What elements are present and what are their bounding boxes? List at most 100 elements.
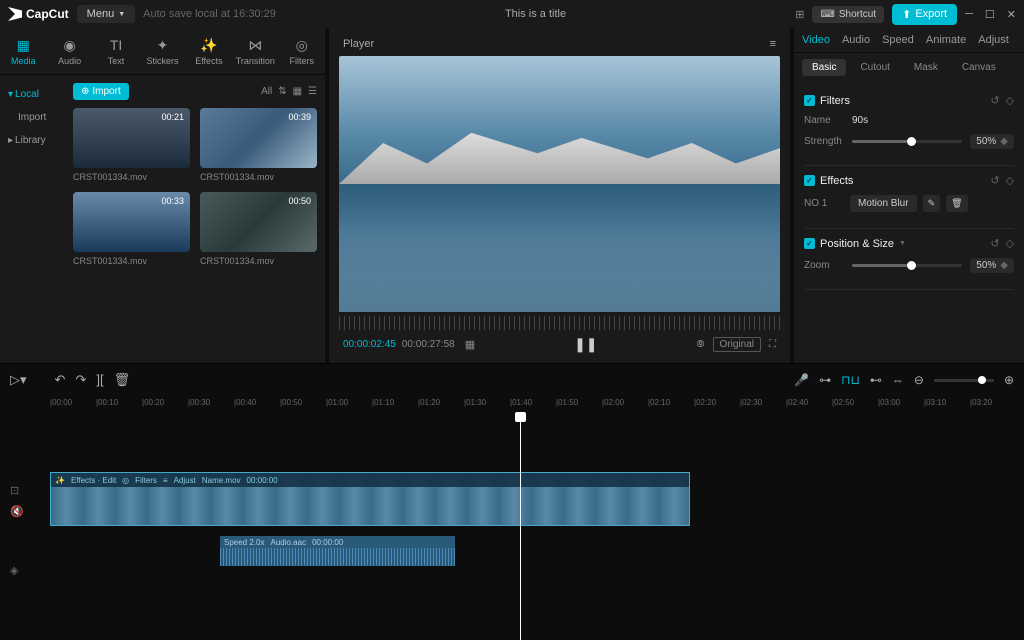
track-icon[interactable]: ⊷ [870, 373, 882, 387]
lock-track-icon[interactable]: ⊡ [10, 484, 40, 497]
ruler-tick: |00:00 [50, 398, 72, 407]
clip-filter-icon: ◎ [122, 476, 129, 485]
media-item[interactable]: 00:50CRST001334.mov [200, 192, 317, 266]
list-view-icon[interactable]: ☰ [308, 86, 317, 97]
tool-tab-media[interactable]: ▦Media [0, 32, 46, 70]
close-button[interactable]: ✕ [1007, 8, 1016, 21]
zoom-value[interactable]: 50%◆ [970, 258, 1014, 273]
tool-tab-text[interactable]: TIText [93, 32, 139, 70]
fullscreen-icon[interactable]: ⛶ [769, 339, 776, 350]
sidebar-item-local[interactable]: ▾Local [4, 83, 61, 106]
mute-track-icon[interactable]: 🔇 [10, 505, 40, 518]
audio-clip[interactable]: Speed 2.0xAudio.aac00:00:00 [220, 536, 455, 566]
sub-tab-basic[interactable]: Basic [802, 59, 846, 76]
keyframe-icon[interactable]: ◇ [1006, 94, 1014, 107]
tool-tab-audio[interactable]: ◉Audio [46, 32, 92, 70]
original-button[interactable]: Original [713, 337, 761, 352]
sub-tab-mask[interactable]: Mask [904, 59, 948, 76]
ruler-tick: |03:00 [878, 398, 900, 407]
redo-button[interactable]: ↷ [75, 372, 86, 388]
zoom-slider[interactable] [852, 264, 962, 267]
keyboard-icon: ⌨ [820, 9, 834, 20]
effects-toggle[interactable]: ✓Effects [804, 175, 853, 187]
link-icon[interactable]: ⊶ [819, 373, 831, 387]
tool-tab-transition[interactable]: ⋈Transition [232, 32, 278, 70]
media-item[interactable]: 00:33CRST001334.mov [73, 192, 190, 266]
app-logo: CapCut [8, 7, 69, 21]
sidebar-item-import[interactable]: Import [4, 106, 61, 129]
tool-tab-filters[interactable]: ◎Filters [279, 32, 325, 70]
strength-value[interactable]: 50%◆ [970, 134, 1014, 149]
text-icon: TI [107, 36, 125, 54]
ruler-tick: |02:20 [694, 398, 716, 407]
prop-tab-animate[interactable]: Animate [926, 34, 966, 46]
player-menu-icon[interactable]: ≡ [770, 38, 776, 50]
align-icon[interactable]: ⇔ [892, 373, 904, 387]
ruler-tick: |01:30 [464, 398, 486, 407]
sort-icon[interactable]: ⇅ [278, 86, 286, 97]
split-button[interactable]: ]​[ [96, 372, 103, 388]
import-button[interactable]: ⊕ Import [73, 83, 129, 100]
sub-tab-cutout[interactable]: Cutout [850, 59, 899, 76]
effects-icon: ✨ [200, 36, 218, 54]
player-label: Player [343, 38, 374, 50]
menu-button[interactable]: Menu▼ [77, 5, 135, 23]
keyframe-icon[interactable]: ◇ [1006, 237, 1014, 250]
edit-effect-icon[interactable]: ✎ [923, 195, 941, 212]
ruler-tick: |02:40 [786, 398, 808, 407]
preview-scrubber[interactable] [339, 316, 780, 330]
effect-name: Motion Blur [850, 195, 917, 212]
layout-icon[interactable]: ⊞ [795, 8, 804, 21]
current-time: 00:00:02:45 [343, 339, 396, 350]
shortcut-button[interactable]: ⌨ Shortcut [812, 6, 884, 23]
audio-track-icon[interactable]: ◈ [10, 564, 40, 577]
delete-effect-icon[interactable]: 🗑 [946, 195, 967, 212]
tool-tab-stickers[interactable]: ✦Stickers [139, 32, 185, 70]
playhead[interactable] [520, 414, 521, 640]
zoom-label: Zoom [804, 260, 844, 271]
export-button[interactable]: ⬆ Export [892, 4, 957, 25]
minimize-button[interactable]: ─ [965, 8, 973, 21]
grid-toggle-icon[interactable]: ▦ [465, 338, 475, 351]
mic-icon[interactable]: 🎤 [794, 373, 809, 387]
prop-tab-video[interactable]: Video [802, 34, 830, 46]
prop-tab-speed[interactable]: Speed [882, 34, 914, 46]
video-clip[interactable]: ✨Effects · Edit ◎Filters ≡Adjust Name.mo… [50, 472, 690, 526]
play-pause-button[interactable]: ❚❚ [574, 336, 597, 353]
ruler-tick: |00:40 [234, 398, 256, 407]
keyframe-icon[interactable]: ◇ [1006, 174, 1014, 187]
ruler-tick: |00:20 [142, 398, 164, 407]
tool-tab-effects[interactable]: ✨Effects [186, 32, 232, 70]
media-item[interactable]: 00:21CRST001334.mov [73, 108, 190, 182]
filters-icon: ◎ [293, 36, 311, 54]
media-item[interactable]: 00:39CRST001334.mov [200, 108, 317, 182]
filter-name-label: Name [804, 115, 844, 126]
filters-toggle[interactable]: ✓Filters [804, 95, 850, 107]
ruler-tick: |02:10 [648, 398, 670, 407]
reset-icon[interactable]: ↺ [990, 94, 999, 107]
cursor-tool-icon[interactable]: ▷▾ [10, 372, 27, 388]
strength-slider[interactable] [852, 140, 962, 143]
preview-canvas[interactable] [339, 56, 780, 312]
audio-icon: ◉ [61, 36, 79, 54]
prop-tab-audio[interactable]: Audio [842, 34, 870, 46]
zoom-out-icon[interactable]: ⊖ [914, 373, 924, 387]
position-toggle[interactable]: ✓Position & Size ▼ [804, 238, 906, 250]
ruler-tick: |01:10 [372, 398, 394, 407]
undo-button[interactable]: ↶ [55, 372, 66, 388]
magnet-icon[interactable]: ⊓⊔ [841, 373, 860, 387]
sub-tab-canvas[interactable]: Canvas [952, 59, 1006, 76]
reset-icon[interactable]: ↺ [990, 174, 999, 187]
timeline-zoom-slider[interactable] [934, 379, 994, 382]
reset-icon[interactable]: ↺ [990, 237, 999, 250]
filter-all[interactable]: All [261, 86, 272, 97]
prop-tab-adjust[interactable]: Adjust [978, 34, 1009, 46]
focus-icon[interactable]: ⦾ [697, 339, 705, 350]
sidebar-item-library[interactable]: ▸Library [4, 129, 61, 152]
zoom-in-icon[interactable]: ⊕ [1004, 373, 1014, 387]
maximize-button[interactable]: ☐ [985, 8, 995, 21]
capcut-icon [8, 7, 22, 21]
delete-button[interactable]: 🗑 [114, 372, 131, 388]
grid-view-icon[interactable]: ▦ [293, 86, 302, 97]
project-title[interactable]: This is a title [284, 8, 787, 20]
